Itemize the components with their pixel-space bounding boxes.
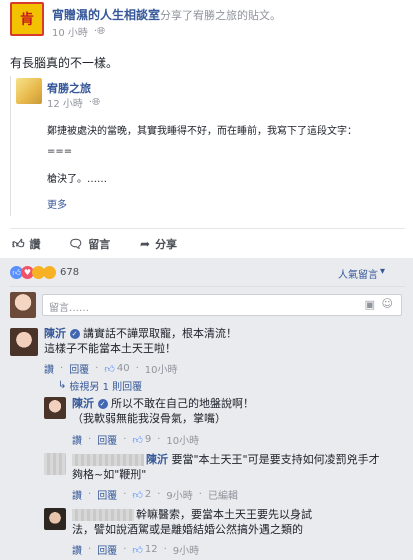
- share-icon: ➦: [140, 237, 151, 251]
- comment-reply-link[interactable]: 回覆: [69, 361, 89, 376]
- share-text: 分享了宥勝之旅的貼文。: [160, 9, 282, 22]
- post-meta: 10 小時 ·🌐︎: [52, 24, 105, 39]
- shared-meta: 12 小時 ·🌐︎: [47, 95, 100, 110]
- like-button[interactable]: 👍︎ 讚: [12, 236, 41, 252]
- comment-button[interactable]: 🗨︎ 留言: [68, 236, 110, 252]
- comment-time[interactable]: 9小時: [166, 487, 192, 502]
- commenter-avatar[interactable]: [44, 453, 66, 475]
- globe-icon: ·🌐︎: [93, 26, 106, 37]
- shared-line3: 槍決了。……: [47, 174, 107, 185]
- globe-icon: ·🌐︎: [88, 97, 101, 108]
- comment-input[interactable]: 留言…… ▣ ☺: [42, 294, 402, 316]
- like-count-badge[interactable]: 👍︎ 9: [132, 434, 151, 446]
- shared-page-name[interactable]: 宥勝之旅: [47, 80, 91, 96]
- view-replies-link[interactable]: ↳ 檢視另 1 則回覆: [58, 378, 142, 393]
- thumbs-up-icon: 👍︎: [132, 489, 143, 501]
- comment-reply-link[interactable]: 回覆: [97, 487, 117, 502]
- shared-line2: ===: [47, 146, 73, 157]
- comment-meta: 讚 · 回覆 · 👍︎ 9 · 10小時: [72, 432, 200, 447]
- comment-like-link[interactable]: 讚: [72, 542, 82, 557]
- comment-text-line: 這樣子不能當本土天王啦！: [44, 342, 176, 355]
- comment-text-line: 講實話不譁眾取寵，根本清流！: [83, 327, 237, 340]
- page-avatar[interactable]: 肯: [10, 2, 44, 36]
- like-count-badge[interactable]: 👍︎ 2: [132, 489, 151, 501]
- thumbs-up-icon: 👍︎: [12, 236, 25, 251]
- thumbs-up-icon: 👍︎: [132, 434, 143, 446]
- comment-text-line: 法，譬如說酒駕或是離婚結婚公然搞外遇之類的: [72, 523, 303, 536]
- commenter-avatar[interactable]: [44, 508, 66, 530]
- sort-dropdown[interactable]: 人氣留言 ▾: [338, 266, 385, 281]
- comment-time[interactable]: 10小時: [166, 432, 199, 447]
- see-more-link[interactable]: 更多: [47, 196, 67, 211]
- comment-text-line: 幹嘛醫索，要當本土天王要先以身試: [136, 508, 312, 521]
- comment-reply-link[interactable]: 回覆: [97, 432, 117, 447]
- comment-text-line: 要當"本土天王"可是要支持如何凌罰兇手才: [171, 453, 380, 466]
- shared-card-border: [10, 76, 11, 216]
- comment-meta: 讚 · 回覆 · 👍︎ 40 · 10小時: [44, 361, 178, 376]
- post-header-line: 宵贈濕的人生相談室分享了宥勝之旅的貼文。: [52, 6, 281, 23]
- shared-line1: 鄭捷被處決的當晚，其實我睡得不好，而在睡前，我寫下了這段文字：: [47, 126, 357, 137]
- thumbs-up-icon: 👍︎: [104, 363, 115, 375]
- redacted-author: [72, 454, 144, 466]
- post-time[interactable]: 10 小時: [52, 24, 88, 39]
- comment-placeholder: 留言……: [49, 303, 89, 314]
- comment-meta: 讚 · 回覆 · 👍︎ 2 · 9小時 · 已編輯: [72, 487, 238, 502]
- comment-like-link[interactable]: 讚: [72, 432, 82, 447]
- reaction-icons[interactable]: 👍︎ ♥ 678: [10, 266, 79, 279]
- verified-icon: ✓: [69, 329, 80, 339]
- emoji-icon[interactable]: ☺: [382, 297, 393, 310]
- comment-time[interactable]: 10小時: [145, 361, 178, 376]
- page-name-link[interactable]: 宵贈濕的人生相談室: [52, 8, 160, 22]
- camera-icon[interactable]: ▣: [365, 298, 375, 311]
- comment-like-link[interactable]: 讚: [44, 361, 54, 376]
- comment-author[interactable]: 陳沂: [146, 453, 168, 466]
- like-count-badge[interactable]: 👍︎ 40: [104, 363, 129, 375]
- reply-arrow-icon: ↳: [58, 380, 67, 391]
- edited-label[interactable]: 已編輯: [208, 487, 238, 502]
- comment-text-line: 所以不敢在自己的地盤說啊！: [111, 397, 254, 410]
- post-message: 有長腦真的不一樣。: [10, 56, 119, 70]
- shared-page-avatar[interactable]: [16, 78, 42, 104]
- comment-body: 陳沂 ✓ 所以不敢在自己的地盤說啊！ （我軟弱無能我沒骨氣，掌嘴）: [72, 396, 402, 426]
- redacted-author: [72, 509, 134, 521]
- commenter-avatar[interactable]: [44, 397, 66, 419]
- comment-time[interactable]: 9小時: [173, 542, 199, 557]
- user-avatar: [10, 292, 36, 318]
- commenter-avatar[interactable]: [10, 328, 38, 356]
- thumbs-up-icon: 👍︎: [132, 544, 143, 556]
- divider: [10, 286, 405, 287]
- chevron-down-icon: ▾: [380, 266, 386, 277]
- comment-body: 陳沂 ✓ 講實話不譁眾取寵，根本清流！ 這樣子不能當本土天王啦！: [44, 326, 404, 356]
- like-count-badge[interactable]: 👍︎ 12: [132, 544, 157, 556]
- comment-meta: 讚 · 回覆 · 👍︎ 12 · 9小時: [72, 542, 200, 557]
- comment-like-link[interactable]: 讚: [72, 487, 82, 502]
- comment-text-line: （我軟弱無能我沒骨氣，掌嘴）: [72, 412, 226, 425]
- comment-author[interactable]: 陳沂: [44, 327, 66, 340]
- comment-reply-link[interactable]: 回覆: [97, 542, 117, 557]
- share-button[interactable]: ➦ 分享: [140, 236, 177, 252]
- comment-body: 陳沂 要當"本土天王"可是要支持如何凌罰兇手才: [146, 452, 406, 467]
- reaction-count[interactable]: 678: [60, 267, 79, 278]
- divider: [10, 228, 405, 229]
- comment-text-line: 夠格~如"鞭刑": [72, 468, 147, 481]
- comment-author[interactable]: 陳沂: [72, 397, 94, 410]
- sad-reaction-icon: [43, 266, 56, 279]
- comment-body: 幹嘛醫索，要當本土天王要先以身試: [136, 507, 406, 522]
- shared-time[interactable]: 12 小時: [47, 95, 83, 110]
- comment-icon: 🗨︎: [68, 237, 84, 251]
- verified-icon: ✓: [97, 399, 108, 409]
